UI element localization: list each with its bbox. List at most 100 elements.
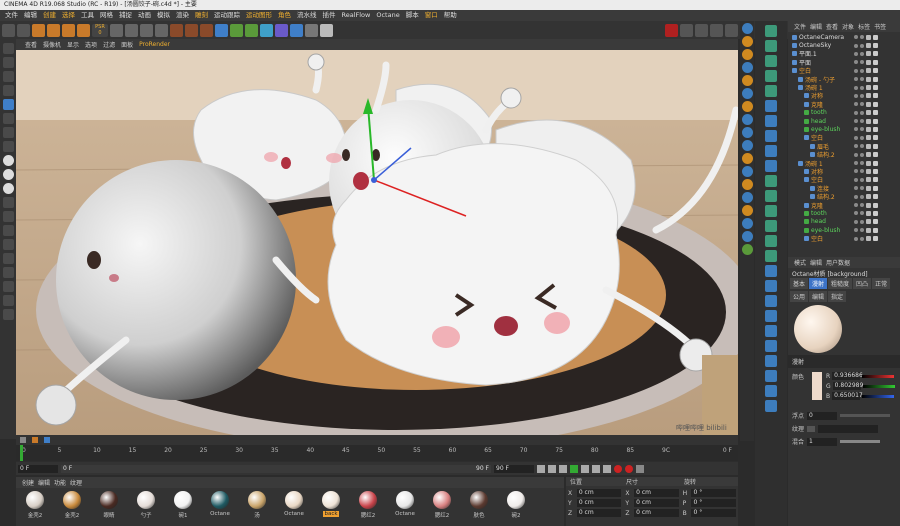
object-row[interactable]: 克隆 [788, 201, 900, 209]
material-menu-item[interactable]: 编辑 [36, 478, 52, 487]
wrap-icon[interactable] [765, 340, 777, 352]
visibility-dot-icon[interactable] [860, 161, 864, 166]
material-thumbnail[interactable]: 眼睛 [92, 491, 126, 519]
visibility-dot-icon[interactable] [860, 135, 864, 140]
previous-key-icon[interactable] [548, 464, 556, 473]
rotation-field[interactable]: 0 ° [691, 509, 736, 517]
next-frame-icon[interactable] [581, 464, 589, 473]
enable-check-icon[interactable] [866, 76, 871, 82]
texture-menu-icon[interactable] [807, 425, 816, 432]
menu-item[interactable]: 捕捉 [116, 10, 135, 21]
model-mode-icon[interactable] [2, 57, 14, 68]
twist-icon[interactable] [765, 115, 777, 127]
material-tag-icon[interactable] [873, 85, 878, 91]
extrude-icon[interactable] [765, 40, 777, 52]
grid-icon[interactable] [2, 281, 14, 292]
material-tag-icon[interactable] [873, 34, 878, 40]
keyframe-selection-icon[interactable] [636, 464, 644, 473]
object-row[interactable]: OctaneCamera [788, 33, 900, 41]
visibility-dot-icon[interactable] [860, 219, 864, 224]
visibility-dot-icon[interactable] [854, 135, 858, 140]
play-icon[interactable] [570, 464, 578, 473]
object-name[interactable]: 空白 [811, 176, 823, 184]
visibility-dot-icon[interactable] [854, 169, 858, 174]
material-thumbnail[interactable]: back [314, 491, 348, 519]
3d-viewport[interactable]: 哔哩哔哩 bilibili [16, 50, 738, 435]
edges-mode-icon[interactable] [2, 113, 14, 124]
enable-check-icon[interactable] [866, 59, 871, 65]
material-tag-icon[interactable] [873, 51, 878, 57]
material-thumbnail[interactable]: 勺子 [129, 491, 163, 519]
object-row[interactable]: 克隆 [788, 100, 900, 109]
material-thumbnail[interactable]: 金壳2 [55, 491, 89, 519]
visibility-dot-icon[interactable] [854, 194, 858, 199]
visibility-dot-icon[interactable] [860, 102, 864, 107]
scripts-icon[interactable] [2, 309, 14, 320]
r-slider[interactable] [862, 374, 895, 378]
material-tag-icon[interactable] [873, 168, 878, 174]
material-thumbnail[interactable]: Octane [388, 491, 422, 519]
lock-icon[interactable] [2, 239, 14, 250]
viewport-menu-item[interactable]: ProRender [136, 41, 173, 48]
rotation-field[interactable]: 0 ° [691, 499, 736, 507]
object-name[interactable]: 对称 [811, 167, 823, 176]
object-manager-menu-item[interactable]: 对象 [840, 22, 856, 31]
end-frame-field[interactable]: 90 F [494, 464, 534, 473]
move-icon[interactable] [47, 23, 60, 37]
deformer-icon[interactable] [275, 23, 288, 37]
r-value-field[interactable]: 0.936686 [832, 372, 863, 380]
material-thumbnail[interactable]: 汤 [240, 491, 274, 519]
visibility-dot-icon[interactable] [854, 43, 858, 48]
object-name[interactable]: eye-blush [811, 227, 840, 234]
enable-check-icon[interactable] [866, 185, 871, 191]
object-manager-menu-item[interactable]: 书签 [872, 22, 888, 31]
visibility-dot-icon[interactable] [860, 35, 864, 40]
autokey-icon[interactable] [625, 464, 633, 473]
object-name[interactable]: 结构.2 [817, 192, 835, 201]
texture-slot[interactable] [818, 424, 879, 433]
size-field[interactable]: 0 cm [634, 509, 679, 517]
visibility-dot-icon[interactable] [860, 177, 864, 182]
previous-frame-icon[interactable] [559, 464, 567, 473]
bulge-icon[interactable] [765, 145, 777, 157]
enable-check-icon[interactable] [866, 202, 871, 208]
visibility-dot-icon[interactable] [860, 119, 864, 124]
octane-area-light-icon[interactable] [741, 62, 753, 73]
render-picture-viewer-icon[interactable] [185, 23, 198, 37]
array-icon[interactable] [260, 23, 273, 37]
visibility-dot-icon[interactable] [860, 93, 864, 98]
object-manager-menu-item[interactable]: 文件 [792, 22, 808, 31]
enable-check-icon[interactable] [866, 168, 871, 174]
sweep-icon[interactable] [765, 85, 777, 97]
material-tag-icon[interactable] [873, 126, 878, 132]
visibility-dot-icon[interactable] [860, 51, 864, 56]
material-tag-icon[interactable] [873, 68, 878, 74]
visibility-dot-icon[interactable] [860, 211, 864, 216]
menu-item[interactable]: 网格 [97, 10, 116, 21]
menu-item[interactable]: 角色 [275, 10, 294, 21]
visibility-dot-icon[interactable] [854, 144, 858, 149]
octane-live-viewer-icon[interactable] [665, 23, 678, 37]
visibility-dot-icon[interactable] [860, 43, 864, 48]
visibility-dot-icon[interactable] [860, 228, 864, 233]
material-subtab[interactable]: 公用 [790, 291, 809, 302]
enable-check-icon[interactable] [866, 118, 871, 124]
size-field[interactable]: 0 cm [634, 499, 679, 507]
object-name[interactable]: OctaneCamera [799, 34, 844, 41]
octane-light-icon[interactable] [741, 49, 753, 60]
material-thumbnail[interactable]: 腮红2 [351, 491, 385, 519]
material-tag-icon[interactable] [873, 177, 878, 183]
visibility-dot-icon[interactable] [854, 152, 858, 157]
object-name[interactable]: head [811, 218, 826, 225]
timeline-ruler[interactable]: 0 5 10 15 20 25 30 35 40 45 50 55 60 65 70 75 80 85 9C 0 F [16, 445, 738, 461]
mix-slider[interactable] [840, 440, 881, 443]
ffd-icon[interactable] [765, 160, 777, 172]
light-icon[interactable] [320, 23, 333, 37]
octane-link-icon[interactable] [741, 192, 753, 203]
object-row[interactable]: 空白 [788, 176, 900, 184]
connect-icon[interactable] [765, 235, 777, 247]
object-name[interactable]: 结构.2 [817, 150, 835, 159]
visibility-dot-icon[interactable] [854, 203, 858, 207]
points-mode-icon[interactable] [2, 99, 14, 110]
position-field[interactable]: 0 cm [576, 499, 622, 507]
